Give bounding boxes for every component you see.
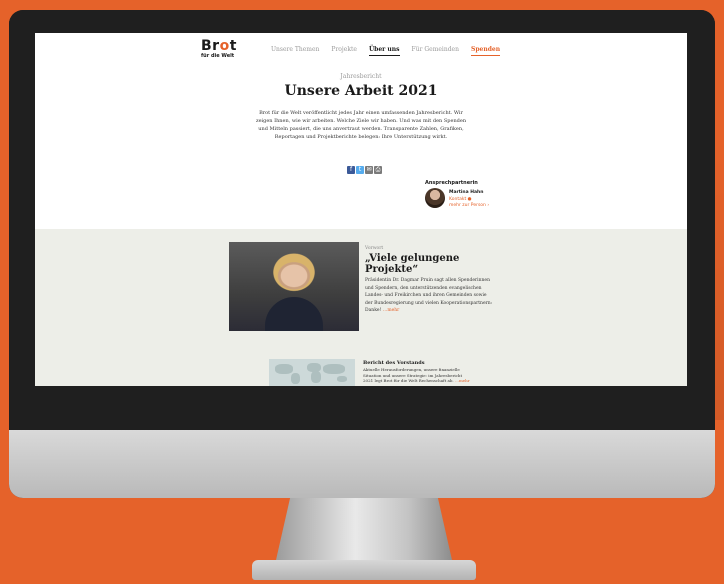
feature-more-link[interactable]: …mehr [383,308,399,313]
nav-item-gemeinden[interactable]: Für Gemeinden [412,46,459,56]
nav-item-spenden[interactable]: Spenden [470,46,501,56]
content-band [35,229,687,386]
brand-logo[interactable]: Brot für die Welt [201,38,243,64]
feature-text: Präsidentin Dr. Dagmar Pruin sagt allen … [365,277,495,315]
page-intro: Brot für die Welt veröffentlicht jedes J… [255,110,467,140]
portrait-image[interactable] [229,242,359,331]
main-menu: Unsere Themen Projekte Über uns Für Geme… [271,46,501,56]
report-body: Aktuelle Herausforderungen, unsere finan… [363,367,463,383]
world-map-image[interactable] [269,359,355,386]
report-title[interactable]: Bericht des Vorstands [363,360,425,366]
twitter-icon[interactable]: t [356,166,364,174]
person-link[interactable]: mehr zur Person › [449,203,489,208]
page-kicker: Jahresbericht [340,73,382,80]
share-bar: f t ✉ ⎙ [347,166,382,174]
avatar [425,188,445,208]
monitor-stand-neck [276,498,452,560]
nav-item-projekte[interactable]: Projekte [331,46,357,56]
logo-wordmark: Brot [201,38,237,54]
contact-link[interactable]: Kontakt ● [449,197,472,202]
nav-item-themen[interactable]: Unsere Themen [271,46,319,56]
monitor: Brot für die Welt Unsere Themen Projekte… [9,10,715,498]
email-icon[interactable]: ✉ [365,166,373,174]
contact-name: Martina Hahn [449,190,484,195]
feature-kicker: Vorwort [365,246,384,251]
contact-heading: Ansprechpartnerin [425,180,478,186]
nav-item-ueber-uns[interactable]: Über uns [368,46,400,56]
facebook-icon[interactable]: f [347,166,355,174]
browser-screen: Brot für die Welt Unsere Themen Projekte… [35,33,687,386]
top-navigation: Brot für die Welt Unsere Themen Projekte… [35,33,687,69]
report-text: Aktuelle Herausforderungen, unsere finan… [363,367,473,384]
report-more-link[interactable]: …mehr [455,378,470,383]
page-title: Unsere Arbeit 2021 [284,83,438,99]
logo-subline: für die Welt [201,53,235,59]
monitor-stand-foot [252,560,476,580]
feature-title[interactable]: „Viele gelungene Projekte“ [365,253,485,275]
monitor-chin [9,430,715,498]
print-icon[interactable]: ⎙ [374,166,382,174]
contact-link-label: Kontakt [449,197,467,202]
person-link-label: mehr zur Person [449,203,486,208]
portrait-figure [265,297,323,331]
